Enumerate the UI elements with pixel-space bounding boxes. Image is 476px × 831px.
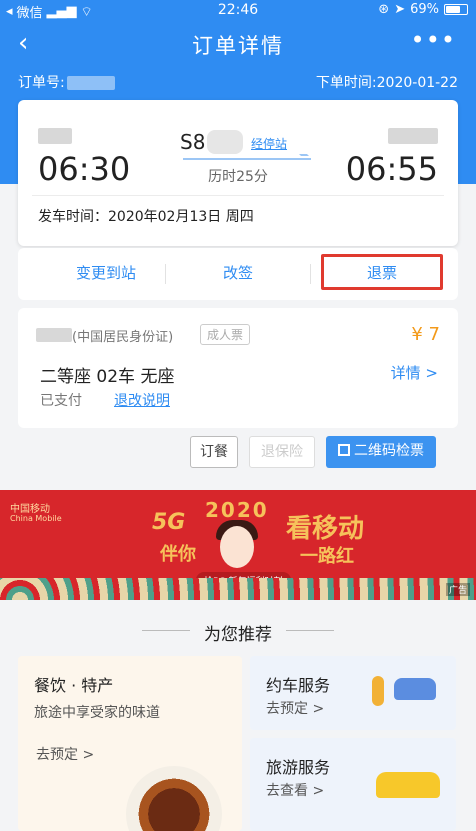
order-meal-button[interactable]: 订餐: [190, 436, 238, 468]
banner-5g: 5G: [152, 510, 186, 535]
arrival-time: 06:55: [345, 150, 438, 188]
battery-percent: 69%: [410, 2, 439, 17]
tile-title: 餐饮 · 特产: [34, 676, 114, 695]
battery-icon: [444, 4, 468, 15]
view-link[interactable]: 去查看 >: [266, 780, 324, 800]
banner-with-you: 伴你: [160, 544, 196, 565]
refund-button[interactable]: 退票: [312, 262, 452, 283]
decorative-wave-pattern: [0, 578, 476, 600]
reschedule-button[interactable]: 改签: [168, 262, 308, 283]
model-face: [220, 526, 254, 568]
detail-link[interactable]: 详情 >: [391, 362, 438, 383]
order-actions-bar: 变更到站 改签 退票: [18, 248, 458, 300]
location-icon: ➤: [394, 2, 406, 17]
action-separator: [310, 264, 311, 284]
departure-date: 发车时间：2020年02月13日 周四: [38, 209, 254, 225]
qr-checkin-label: 二维码检票: [354, 443, 424, 459]
refund-insurance-button[interactable]: 退保险: [249, 436, 315, 468]
passenger-card: (中国居民身份证) 成人票 ¥ 7 二等座 02车 无座 详情 > 已支付 退改…: [18, 308, 458, 428]
recommend-title: 为您推荐: [204, 625, 272, 645]
food-plate-image: [126, 766, 222, 831]
id-type: (中国居民身份证): [72, 330, 174, 345]
brand-name: 中国移动: [10, 504, 50, 515]
route-arrow-icon: [183, 158, 311, 160]
page-title: 订单详情: [192, 34, 284, 58]
ticket-type-badge: 成人票: [200, 324, 251, 345]
order-date: 下单时间:2020-01-22: [315, 75, 458, 91]
train-number-redacted: [207, 130, 243, 154]
banner-headline: 看移动: [286, 514, 365, 544]
card-divider: [32, 195, 444, 196]
more-options-icon[interactable]: •••: [411, 26, 456, 54]
title-rule-right: [286, 630, 334, 631]
change-station-button[interactable]: 变更到站: [36, 262, 176, 283]
train-number: S8: [180, 130, 206, 154]
stops-link[interactable]: 经停站: [251, 135, 287, 152]
ad-label: 广告: [445, 583, 470, 596]
ride-service-tile[interactable]: 约车服务 去预定 >: [250, 656, 456, 730]
tile-title: 旅游服务: [266, 758, 331, 777]
qr-code-icon: [338, 444, 350, 456]
ticket-price: ¥ 7: [411, 324, 440, 345]
banner-year: 2020: [205, 498, 269, 522]
travel-service-tile[interactable]: 旅游服务 去查看 >: [250, 738, 456, 831]
status-bar: ◂ 微信 ▂▄▆ ⌔ 22:46 ⊛ ➤ 69%: [0, 0, 476, 22]
arrival-station-redacted: [388, 128, 438, 144]
action-separator: [165, 264, 166, 284]
tile-subtitle: 旅途中享受家的味道: [34, 705, 160, 721]
book-link[interactable]: 去预定 >: [36, 744, 94, 764]
brand-name-en: China Mobile: [10, 514, 62, 523]
car-illustration: [394, 678, 436, 700]
departure-station-redacted: [38, 128, 72, 144]
order-number-redacted: [66, 76, 115, 90]
tile-title: 约车服务: [266, 676, 331, 695]
qr-checkin-button[interactable]: 二维码检票: [326, 436, 436, 468]
passenger-name-redacted: [36, 328, 72, 342]
promo-banner[interactable]: 中国移动 China Mobile 5G 伴你 2020 看移动 一路红 抢5G…: [0, 490, 476, 600]
payment-status: 已支付: [40, 393, 82, 409]
nav-header: ‹ 订单详情 •••: [0, 22, 476, 64]
lock-rotation-icon: ⊛: [378, 2, 390, 17]
banner-subheadline: 一路红: [300, 546, 354, 567]
taxi-illustration: [376, 772, 440, 798]
train-info-card: S8 经停站 06:30 历时25分 06:55 发车时间：2020年02月13…: [18, 100, 458, 246]
refund-policy-link[interactable]: 退改说明: [114, 390, 170, 410]
seat-info: 二等座 02车 无座: [40, 367, 175, 387]
traveler-illustration: [372, 676, 384, 706]
food-specialty-tile[interactable]: 餐饮 · 特产 旅途中享受家的味道 去预定 >: [18, 656, 242, 831]
book-link[interactable]: 去预定 >: [266, 698, 324, 718]
order-number-label: 订单号:: [18, 75, 65, 91]
